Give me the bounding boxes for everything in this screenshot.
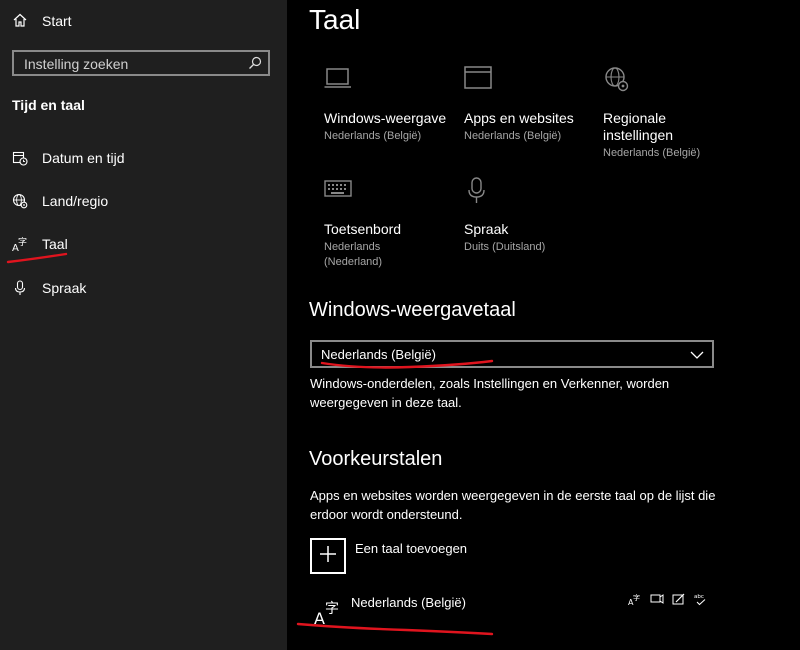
language-icon: A字	[314, 598, 342, 631]
preferred-language-item[interactable]: A字 Nederlands (België) A字 abc	[310, 586, 720, 628]
window-icon	[464, 66, 599, 98]
tile-sub: Nederlands (België)	[603, 147, 701, 159]
sidebar-item-label: Spraak	[42, 280, 87, 296]
tile-sub: Nederlands (België)	[324, 130, 422, 142]
tile-label: Windows-weergave	[324, 110, 447, 126]
svg-text:字: 字	[325, 601, 339, 617]
tile-label: Spraak	[464, 221, 509, 237]
svg-text:A: A	[314, 609, 325, 626]
search-input[interactable]	[22, 54, 251, 74]
selected-language: Nederlands (België)	[321, 347, 436, 362]
tile-windows-weergave[interactable]: Windows-weergave Nederlands (België)	[324, 66, 459, 144]
category-heading: Tijd en taal	[12, 97, 85, 113]
search-icon[interactable]	[248, 56, 262, 75]
tile-sub: Nederlands (België)	[464, 130, 562, 142]
display-language-description: Windows-onderdelen, zoals Instellingen e…	[310, 376, 670, 410]
display-language-select[interactable]: Nederlands (België)	[310, 340, 714, 368]
microphone-icon	[464, 177, 599, 209]
home-label: Start	[42, 13, 72, 29]
tile-sub: Duits (Duitsland)	[464, 241, 546, 253]
tile-apps-en-websites[interactable]: Apps en websites Nederlands (België)	[464, 66, 599, 144]
calendar-clock-icon	[12, 150, 28, 166]
globe-gear-icon	[12, 193, 28, 209]
add-language-button[interactable]	[310, 538, 346, 574]
tile-toetsenbord[interactable]: Toetsenbord Nederlands (Nederland)	[324, 177, 459, 270]
tile-label: Apps en websites	[464, 110, 574, 126]
monitor-icon	[324, 66, 459, 98]
home-icon	[12, 12, 28, 31]
svg-text:abc: abc	[694, 594, 704, 600]
sidebar-item-spraak[interactable]: Spraak	[12, 276, 86, 300]
tile-sub: Nederlands (Nederland)	[324, 241, 383, 268]
sidebar-item-label: Land/regio	[42, 193, 109, 209]
keyboard-icon	[324, 177, 459, 209]
tile-label: Toetsenbord	[324, 221, 402, 237]
plus-icon	[319, 545, 337, 568]
display-language-heading: Windows-weergavetaal	[309, 299, 516, 321]
microphone-icon	[12, 280, 28, 296]
sidebar-item-land-regio[interactable]: Land/regio	[12, 189, 108, 213]
tile-spraak[interactable]: Spraak Duits (Duitsland)	[464, 177, 599, 255]
sidebar-item-taal[interactable]: A字 Taal	[12, 232, 68, 256]
svg-text:字: 字	[633, 593, 640, 602]
sidebar-item-label: Taal	[42, 236, 68, 252]
language-icon: A字	[12, 236, 28, 252]
spellcheck-icon: abc	[694, 592, 708, 611]
tile-regionale-instellingen[interactable]: Regionale instellingen Nederlands (Belgi…	[603, 66, 738, 161]
handwriting-icon	[672, 592, 686, 611]
sidebar: Start Tijd en taal Datum en tijd Land/re…	[0, 0, 287, 650]
preferred-languages-heading: Voorkeurstalen	[309, 448, 443, 470]
globe-gear-icon	[603, 66, 738, 98]
sidebar-item-datum-en-tijd[interactable]: Datum en tijd	[12, 146, 124, 170]
tile-label: Regionale instellingen	[603, 110, 674, 143]
main-panel: Taal Windows-weergave Nederlands (België…	[287, 0, 800, 650]
page-title: Taal	[309, 4, 361, 35]
sidebar-item-label: Datum en tijd	[42, 150, 125, 166]
add-language-label[interactable]: Een taal toevoegen	[355, 541, 467, 556]
display-language-icon: A字	[628, 592, 642, 611]
home-link[interactable]: Start	[12, 10, 72, 32]
preferred-languages-description: Apps en websites worden weergegeven in d…	[310, 488, 716, 522]
language-name: Nederlands (België)	[351, 595, 466, 610]
svg-text:字: 字	[18, 236, 27, 248]
chevron-down-icon	[690, 348, 704, 366]
speech-icon	[650, 592, 664, 611]
search-box[interactable]	[12, 50, 270, 76]
